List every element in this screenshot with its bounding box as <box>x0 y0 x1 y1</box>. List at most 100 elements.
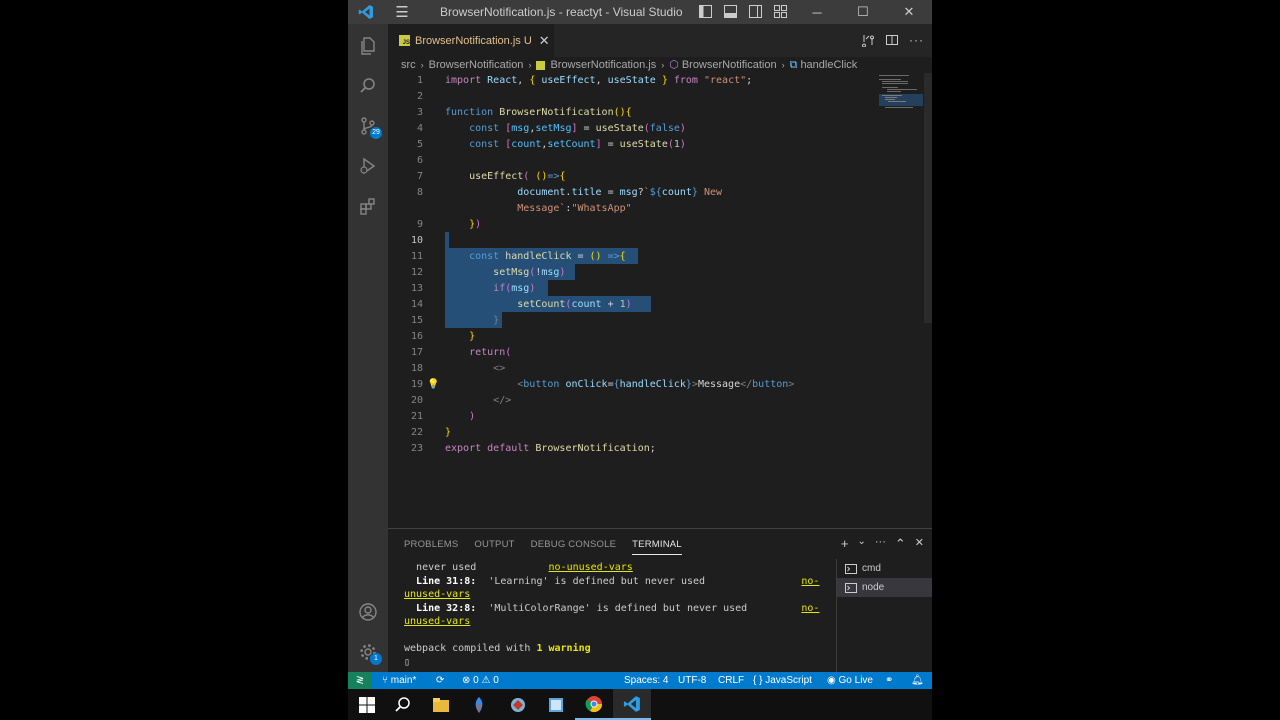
terminal-text: unused-vars <box>404 616 471 627</box>
warning-count: 0 <box>493 675 499 686</box>
branch-icon: ⑂ <box>382 675 388 686</box>
vertical-scrollbar[interactable] <box>924 73 932 323</box>
code-line: 1 import React, { useEffect, useState } f… <box>388 73 878 89</box>
window-controls: ─ ☐ ✕ <box>794 0 932 24</box>
remote-indicator[interactable]: ≷ <box>348 672 372 689</box>
windows-start-icon[interactable] <box>348 689 386 720</box>
edge-icon[interactable] <box>460 689 498 720</box>
language-mode[interactable]: { } JavaScript <box>753 672 812 689</box>
new-terminal-icon[interactable]: + <box>841 536 849 552</box>
line-number: 3 <box>416 107 423 118</box>
split-editor-icon[interactable] <box>885 33 899 50</box>
taskbar-search-icon[interactable] <box>384 689 422 720</box>
terminal-text: no- <box>801 575 820 587</box>
terminal-item-cmd[interactable]: cmd <box>837 559 932 578</box>
close-panel-icon[interactable]: ✕ <box>915 536 924 552</box>
tab-filename: BrowserNotification.js <box>415 34 521 47</box>
eol-indicator[interactable]: CRLF <box>718 672 744 689</box>
file-explorer-icon[interactable] <box>422 689 460 720</box>
terminal-cursor: ▯ <box>404 656 411 668</box>
close-window-button[interactable]: ✕ <box>886 0 932 24</box>
go-live-button[interactable]: ◉ Go Live <box>827 672 873 689</box>
code-text: document.title = msg?`${count} New <box>517 187 723 198</box>
code-text: return( <box>469 347 512 358</box>
line-number: 2 <box>416 91 423 102</box>
maximize-panel-icon[interactable]: ⌃ <box>895 536 906 552</box>
code-text: setCount(count + 1) <box>517 299 632 310</box>
tab-browsernotification-js[interactable]: JS BrowserNotification.js U ✕ <box>388 24 554 57</box>
terminal-text: 'Learning' is defined but never used <box>488 575 706 587</box>
menu-icon[interactable]: ☰ <box>384 0 420 24</box>
window-title: BrowserNotification.js - reactyt - Visua… <box>440 5 685 19</box>
snipping-tool-icon[interactable] <box>537 689 575 720</box>
code-text: }) <box>469 219 482 230</box>
layout-controls <box>698 4 788 19</box>
terminal-text: no- <box>801 602 820 614</box>
extensions-icon[interactable] <box>348 186 388 226</box>
tab-problems[interactable]: PROBLEMS <box>404 539 458 550</box>
breadcrumb-symbol[interactable]: BrowserNotification <box>682 57 777 73</box>
explorer-icon[interactable] <box>348 26 388 66</box>
code-line: 3 function BrowserNotification(){ <box>388 105 878 121</box>
settings-gear-icon[interactable]: 1 <box>348 632 388 672</box>
toggle-panel-icon[interactable] <box>723 4 738 19</box>
chrome-icon[interactable] <box>575 689 613 720</box>
run-debug-icon[interactable] <box>348 146 388 186</box>
feedback-icon[interactable]: ⚭ <box>885 672 893 689</box>
vscode-logo-icon <box>348 0 384 24</box>
maximize-button[interactable]: ☐ <box>840 0 886 24</box>
toggle-secondary-sidebar-icon[interactable] <box>748 4 763 19</box>
search-icon[interactable] <box>348 66 388 106</box>
breadcrumb-src[interactable]: src <box>401 57 416 73</box>
branch-indicator[interactable]: ⑂ main* <box>382 672 416 689</box>
minimap[interactable] <box>879 73 923 528</box>
code-line: 23 export default BrowserNotification; <box>388 441 878 457</box>
breadcrumb-separator: › <box>420 60 424 70</box>
notifications-icon[interactable]: 🔔︎ <box>911 672 924 689</box>
code-text: <> <box>493 363 506 374</box>
terminal-output[interactable]: never used no-unused-vars Line 31:8: 'Le… <box>404 561 824 669</box>
vscode-taskbar-icon[interactable] <box>613 689 651 720</box>
minimize-button[interactable]: ─ <box>794 0 840 24</box>
encoding-indicator[interactable]: UTF-8 <box>678 672 706 689</box>
symbol-function-icon: ⬡ <box>669 59 679 71</box>
tab-debug-console[interactable]: DEBUG CONSOLE <box>531 539 616 550</box>
braces-icon: { } <box>753 675 763 686</box>
code-line: 18 <> <box>388 361 878 377</box>
line-number: 15 <box>410 315 423 326</box>
more-actions-icon[interactable]: ··· <box>909 33 924 50</box>
js-file-icon <box>536 60 546 70</box>
terminal-line: unused-vars <box>404 615 824 629</box>
accounts-icon[interactable] <box>348 592 388 632</box>
code-line: 8 document.title = msg?`${count} New <box>388 185 878 201</box>
terminal-dropdown-icon[interactable]: ⌄ <box>857 536 865 552</box>
code-line: 2 <box>388 89 878 105</box>
compare-changes-icon[interactable] <box>861 33 875 50</box>
sync-icon[interactable]: ⟳ <box>436 672 444 689</box>
indentation-indicator[interactable]: Spaces: 4 <box>624 672 668 689</box>
source-control-icon[interactable]: 29 <box>348 106 388 146</box>
line-number: 9 <box>416 219 423 230</box>
code-editor[interactable]: 1 import React, { useEffect, useState } f… <box>388 73 932 528</box>
terminal-item-node[interactable]: node <box>837 578 932 597</box>
line-number: 14 <box>410 299 423 310</box>
editor-actions: ··· <box>861 33 924 50</box>
editor-tab-bar: JS BrowserNotification.js U ✕ ··· <box>388 24 932 57</box>
code-text: import React, { useEffect, useState } fr… <box>445 75 753 86</box>
tab-output[interactable]: OUTPUT <box>474 539 514 550</box>
tab-terminal[interactable]: TERMINAL <box>632 539 682 555</box>
app-icon[interactable] <box>499 689 537 720</box>
breadcrumb: src › BrowserNotification › BrowserNotif… <box>388 57 932 73</box>
code-line: 17 return( <box>388 345 878 361</box>
breadcrumb-symbol-current[interactable]: handleClick <box>800 57 857 73</box>
breadcrumb-file[interactable]: BrowserNotification.js <box>550 57 656 73</box>
problems-indicator[interactable]: ⊗ 0 ⚠ 0 <box>462 672 499 689</box>
customize-layout-icon[interactable] <box>773 4 788 19</box>
breadcrumb-folder[interactable]: BrowserNotification <box>429 57 524 73</box>
more-actions-icon[interactable]: ··· <box>875 536 886 552</box>
toggle-sidebar-icon[interactable] <box>698 4 713 19</box>
lightbulb-icon[interactable]: 💡 <box>427 377 439 393</box>
code-text: ) <box>469 411 476 422</box>
close-tab-icon[interactable]: ✕ <box>539 33 550 49</box>
